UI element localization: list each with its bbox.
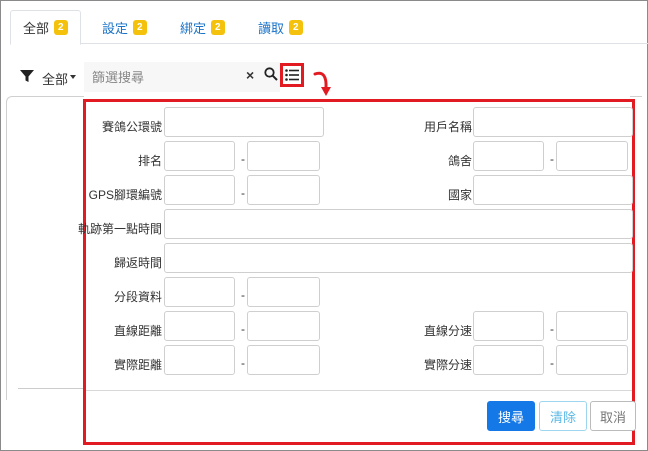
- close-icon[interactable]: ×: [246, 67, 254, 83]
- count-badge: 2: [54, 20, 68, 35]
- count-badge: 2: [133, 19, 147, 35]
- actual-speed-max-input[interactable]: [556, 345, 628, 375]
- segment-max-input[interactable]: [247, 277, 320, 307]
- rank-label: 排名: [137, 154, 162, 168]
- straight-speed-min-input[interactable]: [473, 311, 544, 341]
- actual-distance-label: 實際距離: [113, 358, 162, 372]
- tab-read[interactable]: 讀取 2: [246, 10, 315, 44]
- filter-icon[interactable]: [20, 69, 34, 83]
- user-name-input[interactable]: [473, 107, 633, 137]
- loft-min-input[interactable]: [473, 141, 544, 171]
- segment-min-input[interactable]: [164, 277, 235, 307]
- straight-distance-min-input[interactable]: [164, 311, 235, 341]
- first-point-time-input[interactable]: [164, 209, 633, 239]
- straight-distance-max-input[interactable]: [247, 311, 320, 341]
- filter-toolbar: 全部 ×: [18, 60, 318, 92]
- tab-label: 讀取: [258, 20, 285, 36]
- rank-max-input[interactable]: [247, 141, 320, 171]
- tab-label: 全部: [23, 21, 50, 36]
- rank-min-input[interactable]: [164, 141, 235, 171]
- country-label: 國家: [447, 188, 472, 202]
- return-time-input[interactable]: [164, 243, 633, 273]
- actual-speed-min-input[interactable]: [473, 345, 544, 375]
- gps-ring-label: GPS腳環編號: [88, 188, 162, 202]
- range-separator: -: [550, 152, 554, 166]
- actual-distance-min-input[interactable]: [164, 345, 235, 375]
- clear-button[interactable]: 清除: [539, 401, 587, 431]
- range-separator: -: [241, 288, 245, 302]
- advanced-search-panel: 賽鴿公環號 用戶名稱 排名 - 鴿舍 - GPS腳環編號 - 國家 軌跡第一點時…: [78, 99, 636, 445]
- range-separator: -: [550, 356, 554, 370]
- range-separator: -: [241, 152, 245, 166]
- range-separator: -: [241, 356, 245, 370]
- filter-dropdown-label[interactable]: 全部: [42, 69, 68, 88]
- tab-bind[interactable]: 綁定 2: [168, 10, 237, 44]
- tab-settings[interactable]: 設定 2: [90, 10, 159, 44]
- tab-all[interactable]: 全部 2: [10, 10, 81, 45]
- range-separator: -: [241, 322, 245, 336]
- gps-ring-max-input[interactable]: [247, 175, 320, 205]
- gps-ring-min-input[interactable]: [164, 175, 235, 205]
- first-point-time-label: 軌跡第一點時間: [77, 222, 162, 236]
- segment-data-label: 分段資料: [113, 290, 162, 304]
- country-input[interactable]: [473, 175, 633, 205]
- search-icon[interactable]: [264, 67, 278, 81]
- ring-id-input[interactable]: [164, 107, 324, 137]
- search-button[interactable]: 搜尋: [487, 401, 535, 431]
- return-time-label: 歸返時間: [113, 256, 162, 270]
- loft-max-input[interactable]: [556, 141, 628, 171]
- count-badge: 2: [211, 19, 225, 35]
- tab-bar: 全部 2 設定 2 綁定 2 讀取 2: [10, 10, 648, 45]
- user-name-label: 用戶名稱: [423, 120, 472, 134]
- chevron-down-icon[interactable]: [70, 75, 76, 79]
- actual-speed-label: 實際分速: [423, 358, 472, 372]
- actual-distance-max-input[interactable]: [247, 345, 320, 375]
- form-divider: [86, 390, 632, 391]
- straight-speed-max-input[interactable]: [556, 311, 628, 341]
- range-separator: -: [550, 322, 554, 336]
- list-icon: [285, 69, 299, 81]
- range-separator: -: [241, 186, 245, 200]
- tab-label: 設定: [102, 20, 129, 36]
- results-panel-border: [6, 96, 84, 400]
- straight-speed-label: 直線分速: [423, 324, 472, 338]
- loft-label: 鴿舍: [447, 154, 472, 168]
- divider: [18, 388, 84, 389]
- count-badge: 2: [289, 19, 303, 35]
- arrow-icon: [313, 71, 331, 96]
- ring-id-label: 賽鴿公環號: [101, 120, 162, 134]
- advanced-search-toggle-button[interactable]: [280, 63, 304, 87]
- cancel-button[interactable]: 取消: [590, 401, 636, 431]
- straight-distance-label: 直線距離: [113, 324, 162, 338]
- tab-label: 綁定: [180, 20, 207, 36]
